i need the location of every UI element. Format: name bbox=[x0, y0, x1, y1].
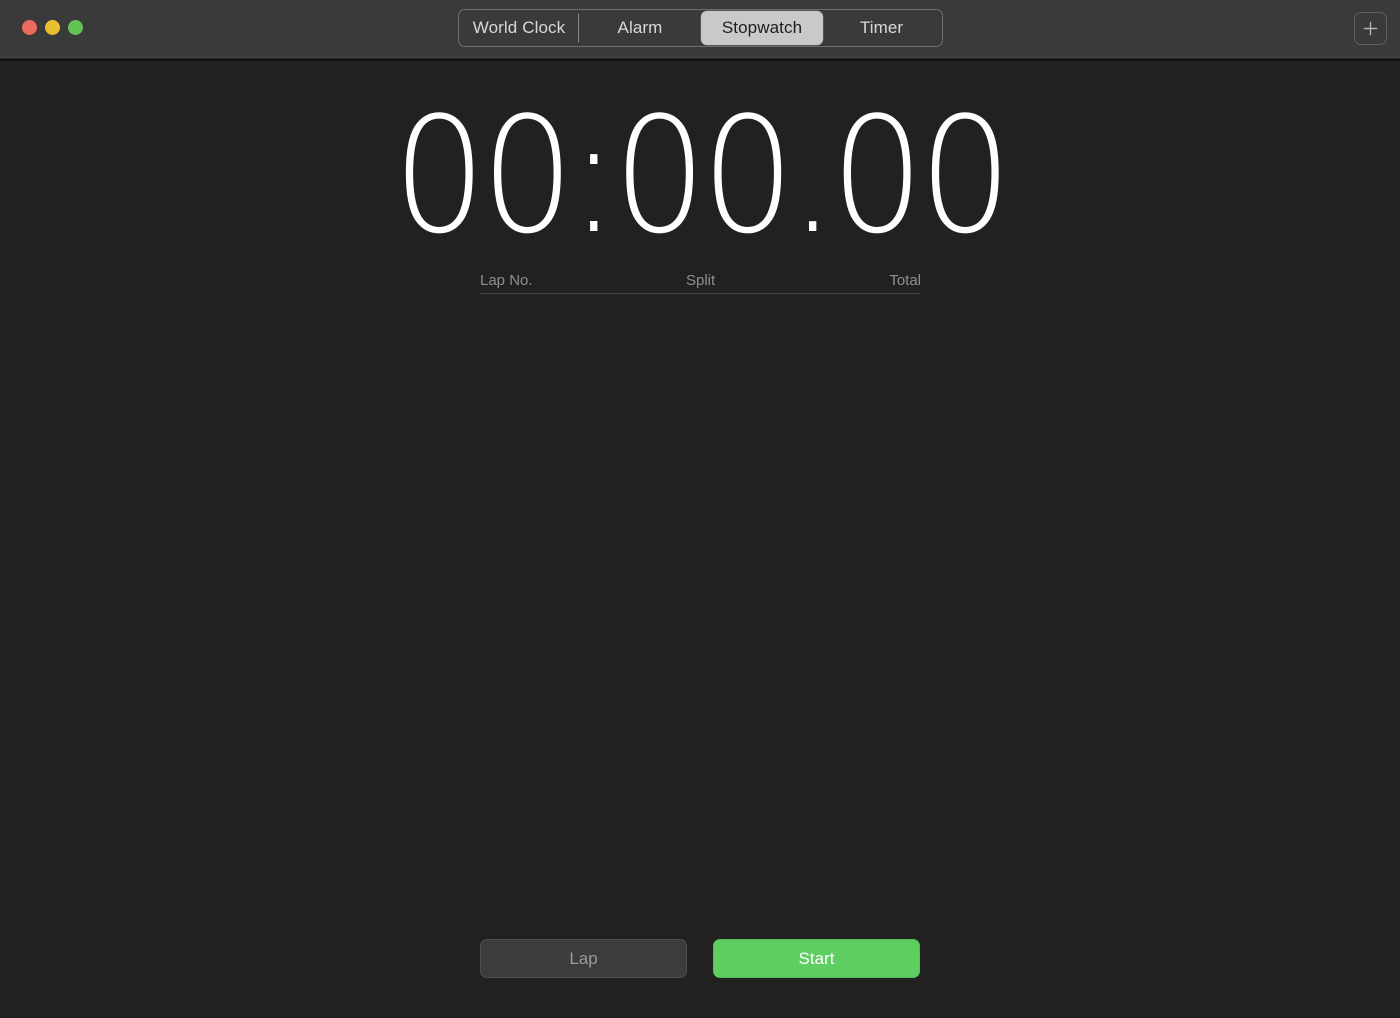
close-window-button[interactable] bbox=[22, 20, 37, 35]
lap-table-header-lap-no: Lap No. bbox=[480, 272, 533, 289]
tab-alarm[interactable]: Alarm bbox=[579, 10, 701, 46]
tab-timer-label: Timer bbox=[859, 18, 904, 37]
lap-button[interactable]: Lap bbox=[480, 939, 687, 978]
plus-icon bbox=[1361, 19, 1380, 38]
start-button[interactable]: Start bbox=[713, 939, 920, 978]
window-controls bbox=[22, 20, 83, 35]
stopwatch-time-display: 00:00.00 bbox=[0, 82, 1400, 269]
lap-table-body[interactable] bbox=[480, 294, 921, 894]
lap-table: Lap No. Split Total bbox=[480, 267, 921, 894]
tab-timer[interactable]: Timer bbox=[823, 10, 940, 46]
lap-table-header-total: Total bbox=[889, 272, 921, 289]
tab-stopwatch-label: Stopwatch bbox=[721, 18, 803, 37]
tab-world-clock-label: World Clock bbox=[472, 18, 566, 37]
tab-stopwatch[interactable]: Stopwatch bbox=[701, 11, 823, 45]
tab-world-clock[interactable]: World Clock bbox=[459, 10, 579, 46]
start-button-label: Start bbox=[798, 948, 835, 968]
window-titlebar: World Clock Alarm Stopwatch Timer bbox=[0, 0, 1400, 58]
lap-button-label: Lap bbox=[569, 948, 598, 968]
minimize-window-button[interactable] bbox=[45, 20, 60, 35]
maximize-window-button[interactable] bbox=[68, 20, 83, 35]
lap-table-header-split: Split bbox=[686, 272, 716, 289]
add-button[interactable] bbox=[1354, 12, 1387, 45]
stopwatch-actions: Lap Start bbox=[0, 939, 1400, 978]
stopwatch-time-value: 00:00.00 bbox=[392, 82, 1013, 269]
tab-alarm-label: Alarm bbox=[617, 18, 663, 37]
lap-table-header: Lap No. Split Total bbox=[480, 267, 921, 293]
stopwatch-panel: 00:00.00 Lap No. Split Total Lap Start bbox=[0, 61, 1400, 1018]
tab-segmented-control[interactable]: World Clock Alarm Stopwatch Timer bbox=[458, 9, 943, 47]
